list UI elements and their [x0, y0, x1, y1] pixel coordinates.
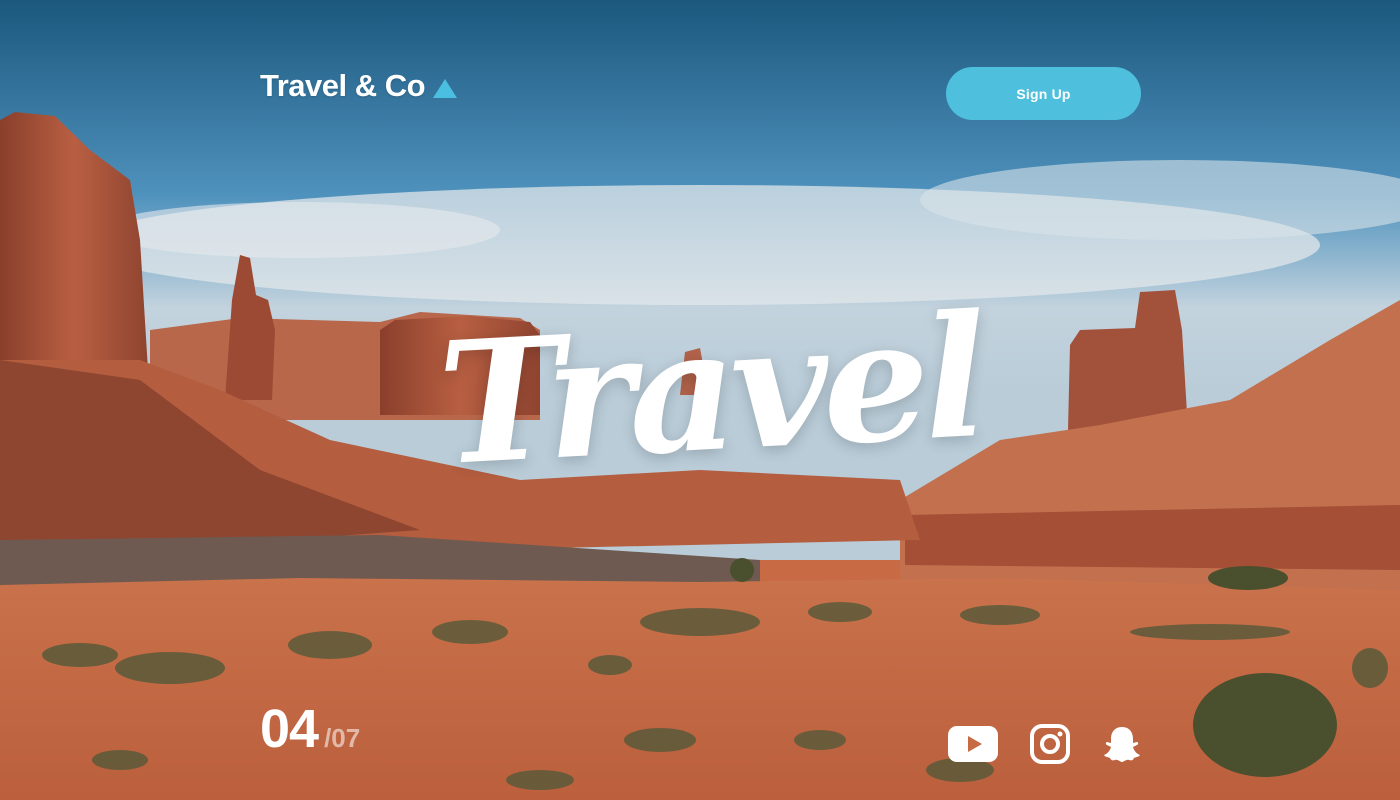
- slide-counter: 04 /07: [260, 698, 360, 760]
- signup-button[interactable]: Sign Up: [946, 67, 1141, 120]
- triangle-logo-icon: [433, 78, 458, 98]
- instagram-link[interactable]: [1030, 722, 1070, 766]
- youtube-icon: [948, 726, 998, 762]
- slide-counter-total: /07: [324, 723, 361, 753]
- brand-logo[interactable]: Travel & Co: [260, 68, 458, 104]
- hero-title: Travel: [433, 276, 987, 504]
- slide-counter-current: 04: [260, 699, 319, 759]
- instagram-icon: [1030, 724, 1070, 764]
- snapchat-link[interactable]: [1102, 722, 1142, 766]
- brand-name: Travel & Co: [260, 68, 426, 103]
- youtube-link[interactable]: [948, 722, 998, 766]
- snapchat-icon: [1104, 727, 1140, 762]
